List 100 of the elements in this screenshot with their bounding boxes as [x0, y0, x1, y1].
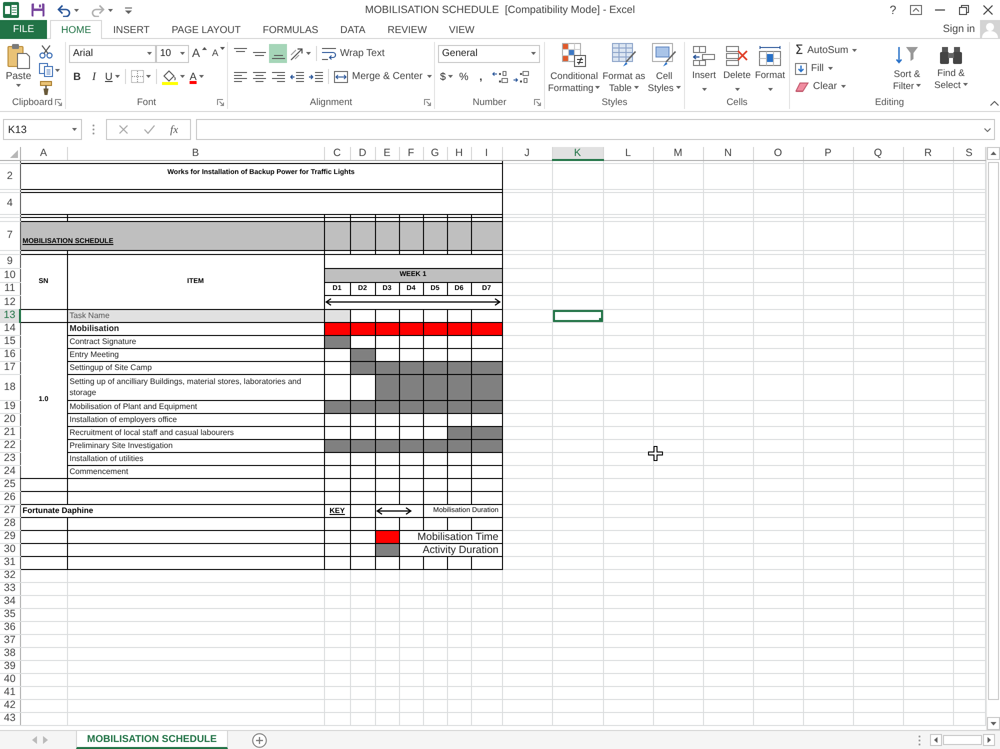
align-bottom-button[interactable]	[269, 44, 287, 63]
row-header[interactable]: 38	[0, 647, 20, 660]
format-cells-button[interactable]: Format	[754, 42, 786, 95]
sign-in-link[interactable]: Sign in	[942, 23, 975, 35]
scroll-right-button[interactable]	[983, 734, 995, 746]
column-header[interactable]: R	[903, 147, 953, 160]
row-header[interactable]: 24	[0, 465, 20, 478]
column-header[interactable]: S	[953, 147, 985, 160]
row-header[interactable]: 12	[0, 295, 20, 309]
row-header[interactable]: 17	[0, 361, 20, 374]
row-header[interactable]: 2	[0, 163, 20, 189]
customize-icon[interactable]	[125, 6, 132, 14]
percent-button[interactable]: %	[456, 67, 472, 86]
row-header[interactable]: 21	[0, 426, 20, 439]
ribbon-tab[interactable]: HOME	[50, 20, 102, 39]
row-header[interactable]: 42	[0, 699, 20, 712]
insert-cells-button[interactable]: Insert	[688, 42, 720, 95]
row-header[interactable]: 19	[0, 400, 20, 413]
column-header[interactable]: D	[350, 147, 375, 160]
row-header[interactable]: 28	[0, 517, 20, 530]
row-header[interactable]: 34	[0, 595, 20, 608]
comma-style-button[interactable]: ,	[472, 67, 489, 86]
conditional-formatting-button[interactable]: Conditional Formatting	[548, 42, 600, 95]
wrap-text-button[interactable]: Wrap Text	[320, 44, 387, 63]
borders-button[interactable]	[128, 67, 153, 86]
dialog-launcher-icon[interactable]	[534, 98, 541, 106]
expand-icon[interactable]	[984, 128, 991, 132]
sort-filter-button[interactable]: Sort & Filter	[885, 42, 929, 95]
column-header[interactable]: J	[502, 147, 552, 160]
find-select-button[interactable]: Find & Select	[929, 42, 973, 95]
row-header[interactable]: 18	[0, 374, 20, 400]
row-header[interactable]: 40	[0, 673, 20, 686]
currency-button[interactable]: $	[438, 67, 455, 86]
ribbon-tab[interactable]: INSERT	[102, 20, 161, 39]
redo-button[interactable]	[91, 4, 113, 16]
scroll-left-button[interactable]	[930, 734, 942, 746]
selected-cell[interactable]	[552, 309, 603, 322]
row-header[interactable]: 16	[0, 348, 20, 361]
ribbon-tab[interactable]: REVIEW	[376, 20, 438, 39]
column-header[interactable]: N	[703, 147, 753, 160]
column-header[interactable]: L	[603, 147, 653, 160]
row-header[interactable]: 27	[0, 504, 20, 517]
column-header[interactable]: A	[20, 147, 67, 160]
row-header[interactable]: 22	[0, 439, 20, 452]
row-header[interactable]: 26	[0, 491, 20, 504]
row-header[interactable]: 15	[0, 335, 20, 348]
column-header[interactable]: I	[471, 147, 502, 160]
dialog-launcher-icon[interactable]	[424, 98, 431, 106]
dialog-launcher-icon[interactable]	[217, 98, 224, 106]
row-header[interactable]: 10	[0, 268, 20, 282]
ribbon-tab[interactable]: DATA	[329, 20, 376, 39]
ribbon-tab[interactable]: FORMULAS	[252, 20, 330, 39]
shrink-font-button[interactable]: A	[210, 44, 228, 63]
format-table-button[interactable]: Format as Table	[601, 42, 646, 95]
delete-cells-button[interactable]: Delete	[721, 42, 753, 95]
row-header[interactable]: 13	[0, 309, 20, 322]
row-header[interactable]: 35	[0, 608, 20, 621]
row-header[interactable]: 36	[0, 621, 20, 634]
row-header[interactable]: 23	[0, 452, 20, 465]
column-header[interactable]: K	[552, 147, 603, 160]
grow-font-button[interactable]: A	[190, 44, 210, 63]
column-header[interactable]: H	[447, 147, 471, 160]
scroll-down-button[interactable]	[987, 717, 1000, 730]
row-header[interactable]: 11	[0, 282, 20, 295]
collapse-ribbon-icon[interactable]	[990, 101, 999, 106]
italic-button[interactable]: I	[86, 67, 102, 86]
sheet-tab[interactable]: MOBILISATION SCHEDULE	[76, 731, 228, 749]
row-header[interactable]: 33	[0, 582, 20, 595]
column-header[interactable]: B	[67, 147, 324, 160]
clear-button[interactable]: Clear	[793, 78, 885, 95]
insert-function-button[interactable]: fx	[170, 124, 178, 136]
merge-center-button[interactable]: Merge & Center	[332, 67, 434, 86]
bold-button[interactable]: B	[69, 67, 85, 86]
number-format-dropdown[interactable]: General	[438, 44, 540, 62]
help-button[interactable]: ?	[882, 0, 904, 20]
file-tab[interactable]: FILE	[0, 20, 48, 39]
row-header[interactable]: 9	[0, 254, 20, 268]
row-header[interactable]: 20	[0, 413, 20, 426]
copy-button[interactable]	[37, 62, 62, 78]
ribbon-tab[interactable]: VIEW	[438, 20, 486, 39]
row-header[interactable]: 32	[0, 569, 20, 582]
ribbon-tab[interactable]: PAGE LAYOUT	[160, 20, 252, 39]
row-header[interactable]: 25	[0, 478, 20, 491]
row-header[interactable]: 43	[0, 712, 20, 725]
scrollbar-thumb[interactable]	[988, 162, 999, 700]
font-size-dropdown[interactable]: 10	[156, 44, 189, 62]
save-icon[interactable]	[31, 3, 45, 17]
add-sheet-icon[interactable]	[252, 732, 267, 748]
row-header[interactable]: 39	[0, 660, 20, 673]
column-header[interactable]: M	[653, 147, 703, 160]
dialog-launcher-icon[interactable]	[55, 99, 62, 106]
undo-button[interactable]	[57, 4, 79, 16]
column-header[interactable]: P	[803, 147, 853, 160]
column-header[interactable]: C	[324, 147, 350, 160]
scroll-up-button[interactable]	[987, 147, 1000, 160]
column-header[interactable]: O	[753, 147, 803, 160]
font-color-button[interactable]: A	[188, 67, 206, 86]
row-header[interactable]: 41	[0, 686, 20, 699]
row-header[interactable]: 31	[0, 556, 20, 569]
scrollbar-thumb[interactable]	[943, 735, 982, 745]
